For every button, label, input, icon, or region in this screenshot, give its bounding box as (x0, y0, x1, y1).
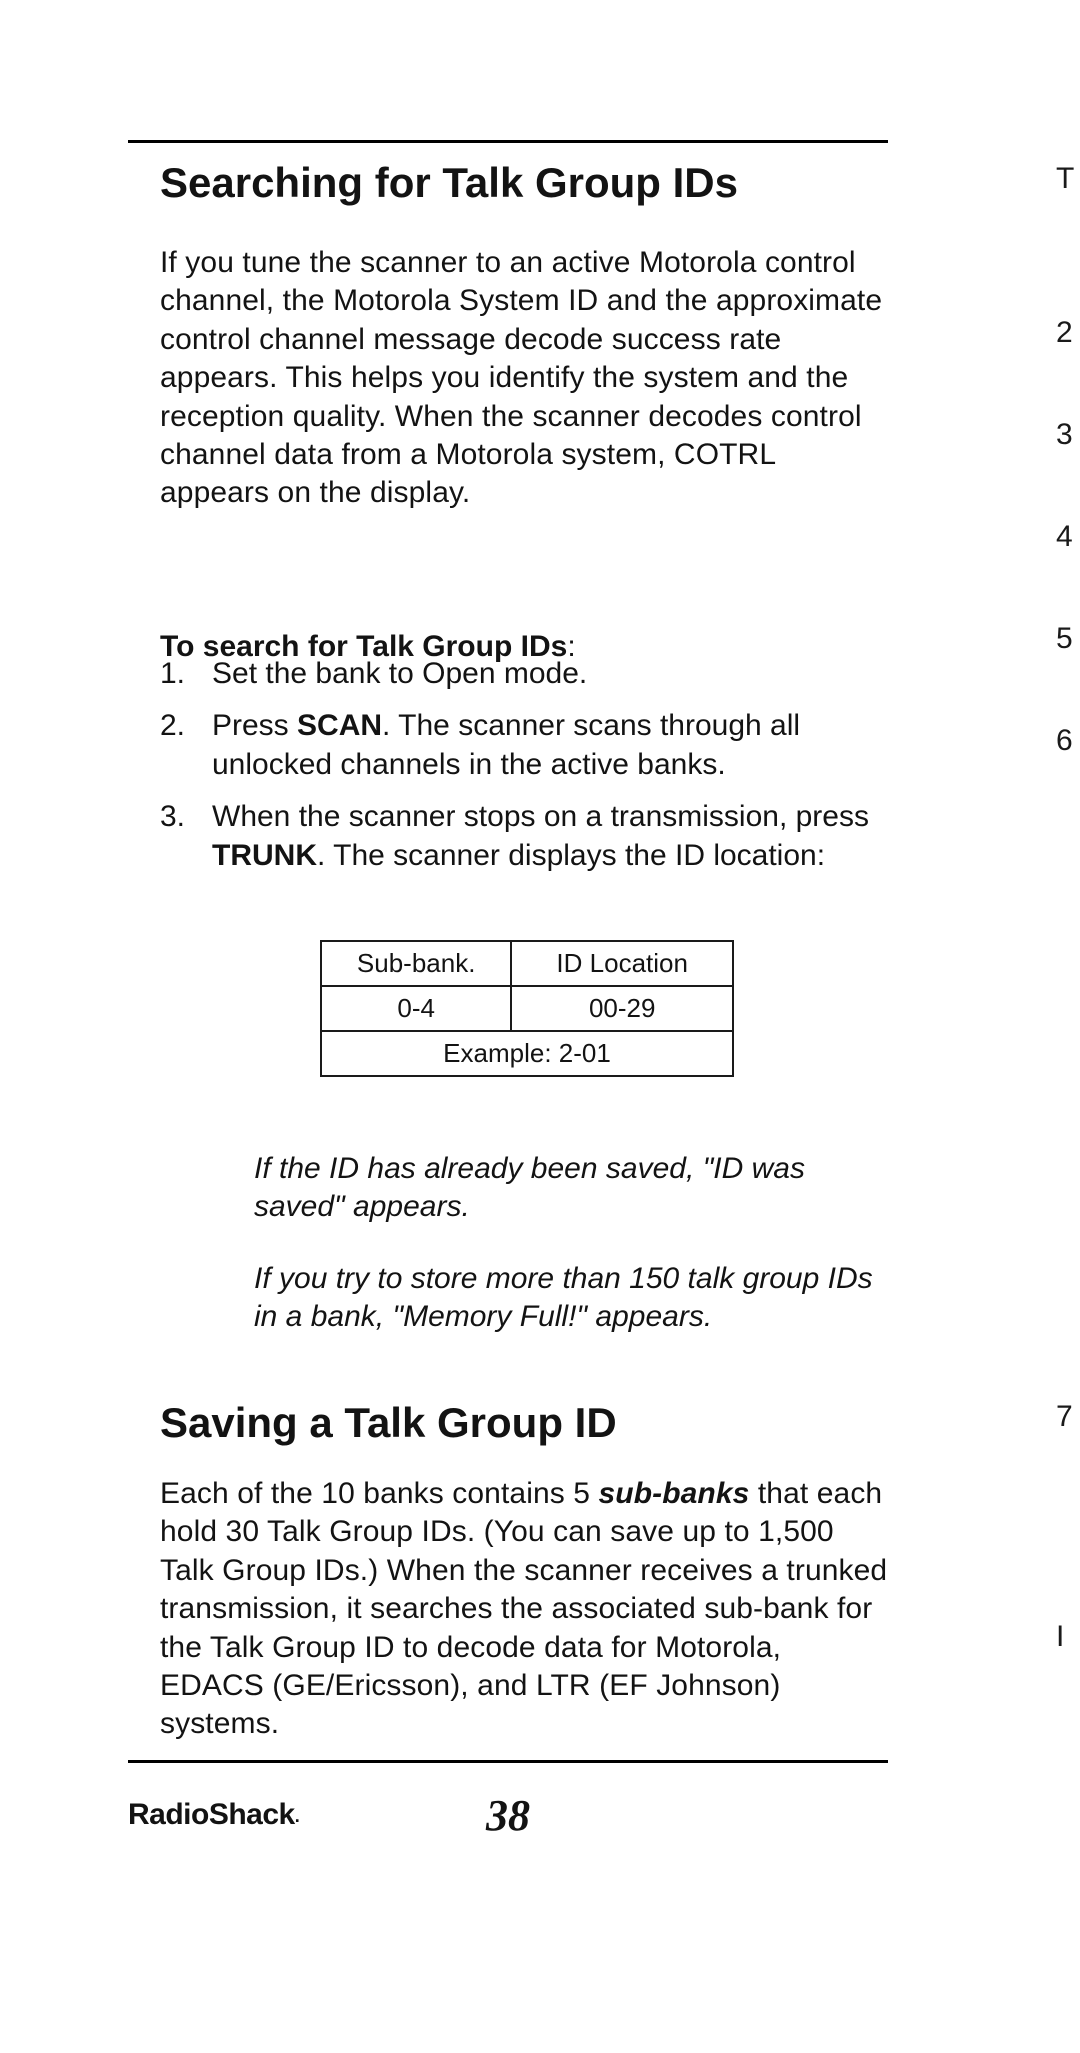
step-number: 1. (160, 655, 212, 693)
td-example: Example: 2-01 (322, 1032, 732, 1075)
rule-bottom (128, 1760, 888, 1763)
key-scan: SCAN (297, 709, 382, 742)
step-3: 3. When the scanner stops on a transmiss… (160, 798, 890, 875)
page-number: 38 (128, 1790, 888, 1841)
table-header-row: Sub-bank. ID Location (322, 942, 732, 987)
id-location-table: Sub-bank. ID Location 0-4 00-29 Example:… (320, 940, 734, 1077)
page-footer: RadioShack. 38 (128, 1790, 888, 1850)
edge-glyph: 2 (1056, 316, 1080, 350)
step-text: Set the bank to Open mode. (212, 655, 890, 693)
heading-searching: Searching for Talk Group IDs (160, 160, 890, 206)
td-subbank: 0-4 (322, 987, 512, 1030)
key-trunk: TRUNK (212, 839, 317, 872)
para-searching: If you tune the scanner to an active Mot… (160, 244, 890, 513)
td-idlocation: 00-29 (512, 987, 732, 1030)
step-text: Press SCAN. The scanner scans through al… (212, 707, 890, 784)
rule-top (128, 140, 888, 143)
step-2: 2. Press SCAN. The scanner scans through… (160, 707, 890, 784)
th-subbank: Sub-bank. (322, 942, 512, 985)
table-example-row: Example: 2-01 (322, 1032, 732, 1075)
edge-glyph: 6 (1056, 724, 1080, 758)
note-memory-full: If you try to store more than 150 talk g… (254, 1260, 874, 1337)
manual-page: Searching for Talk Group IDs If you tune… (0, 0, 1080, 2053)
edge-glyph: I (1056, 1620, 1080, 1654)
para-saving: Each of the 10 banks contains 5 sub-bank… (160, 1475, 890, 1744)
heading-saving: Saving a Talk Group ID (160, 1400, 890, 1446)
step-number: 3. (160, 798, 212, 875)
note-id-saved: If the ID has already been saved, "ID wa… (254, 1150, 874, 1227)
steps-list: 1. Set the bank to Open mode. 2. Press S… (160, 655, 890, 889)
step-1: 1. Set the bank to Open mode. (160, 655, 890, 693)
edge-glyph: 4 (1056, 520, 1080, 554)
term-subbanks: sub-banks (599, 1477, 750, 1510)
step-number: 2. (160, 707, 212, 784)
edge-glyph: 3 (1056, 418, 1080, 452)
edge-glyph: 7 (1056, 1400, 1080, 1434)
th-idlocation: ID Location (512, 942, 732, 985)
edge-glyph: T (1056, 162, 1080, 196)
step-text: When the scanner stops on a transmission… (212, 798, 890, 875)
table-row: 0-4 00-29 (322, 987, 732, 1032)
edge-glyph: 5 (1056, 622, 1080, 656)
